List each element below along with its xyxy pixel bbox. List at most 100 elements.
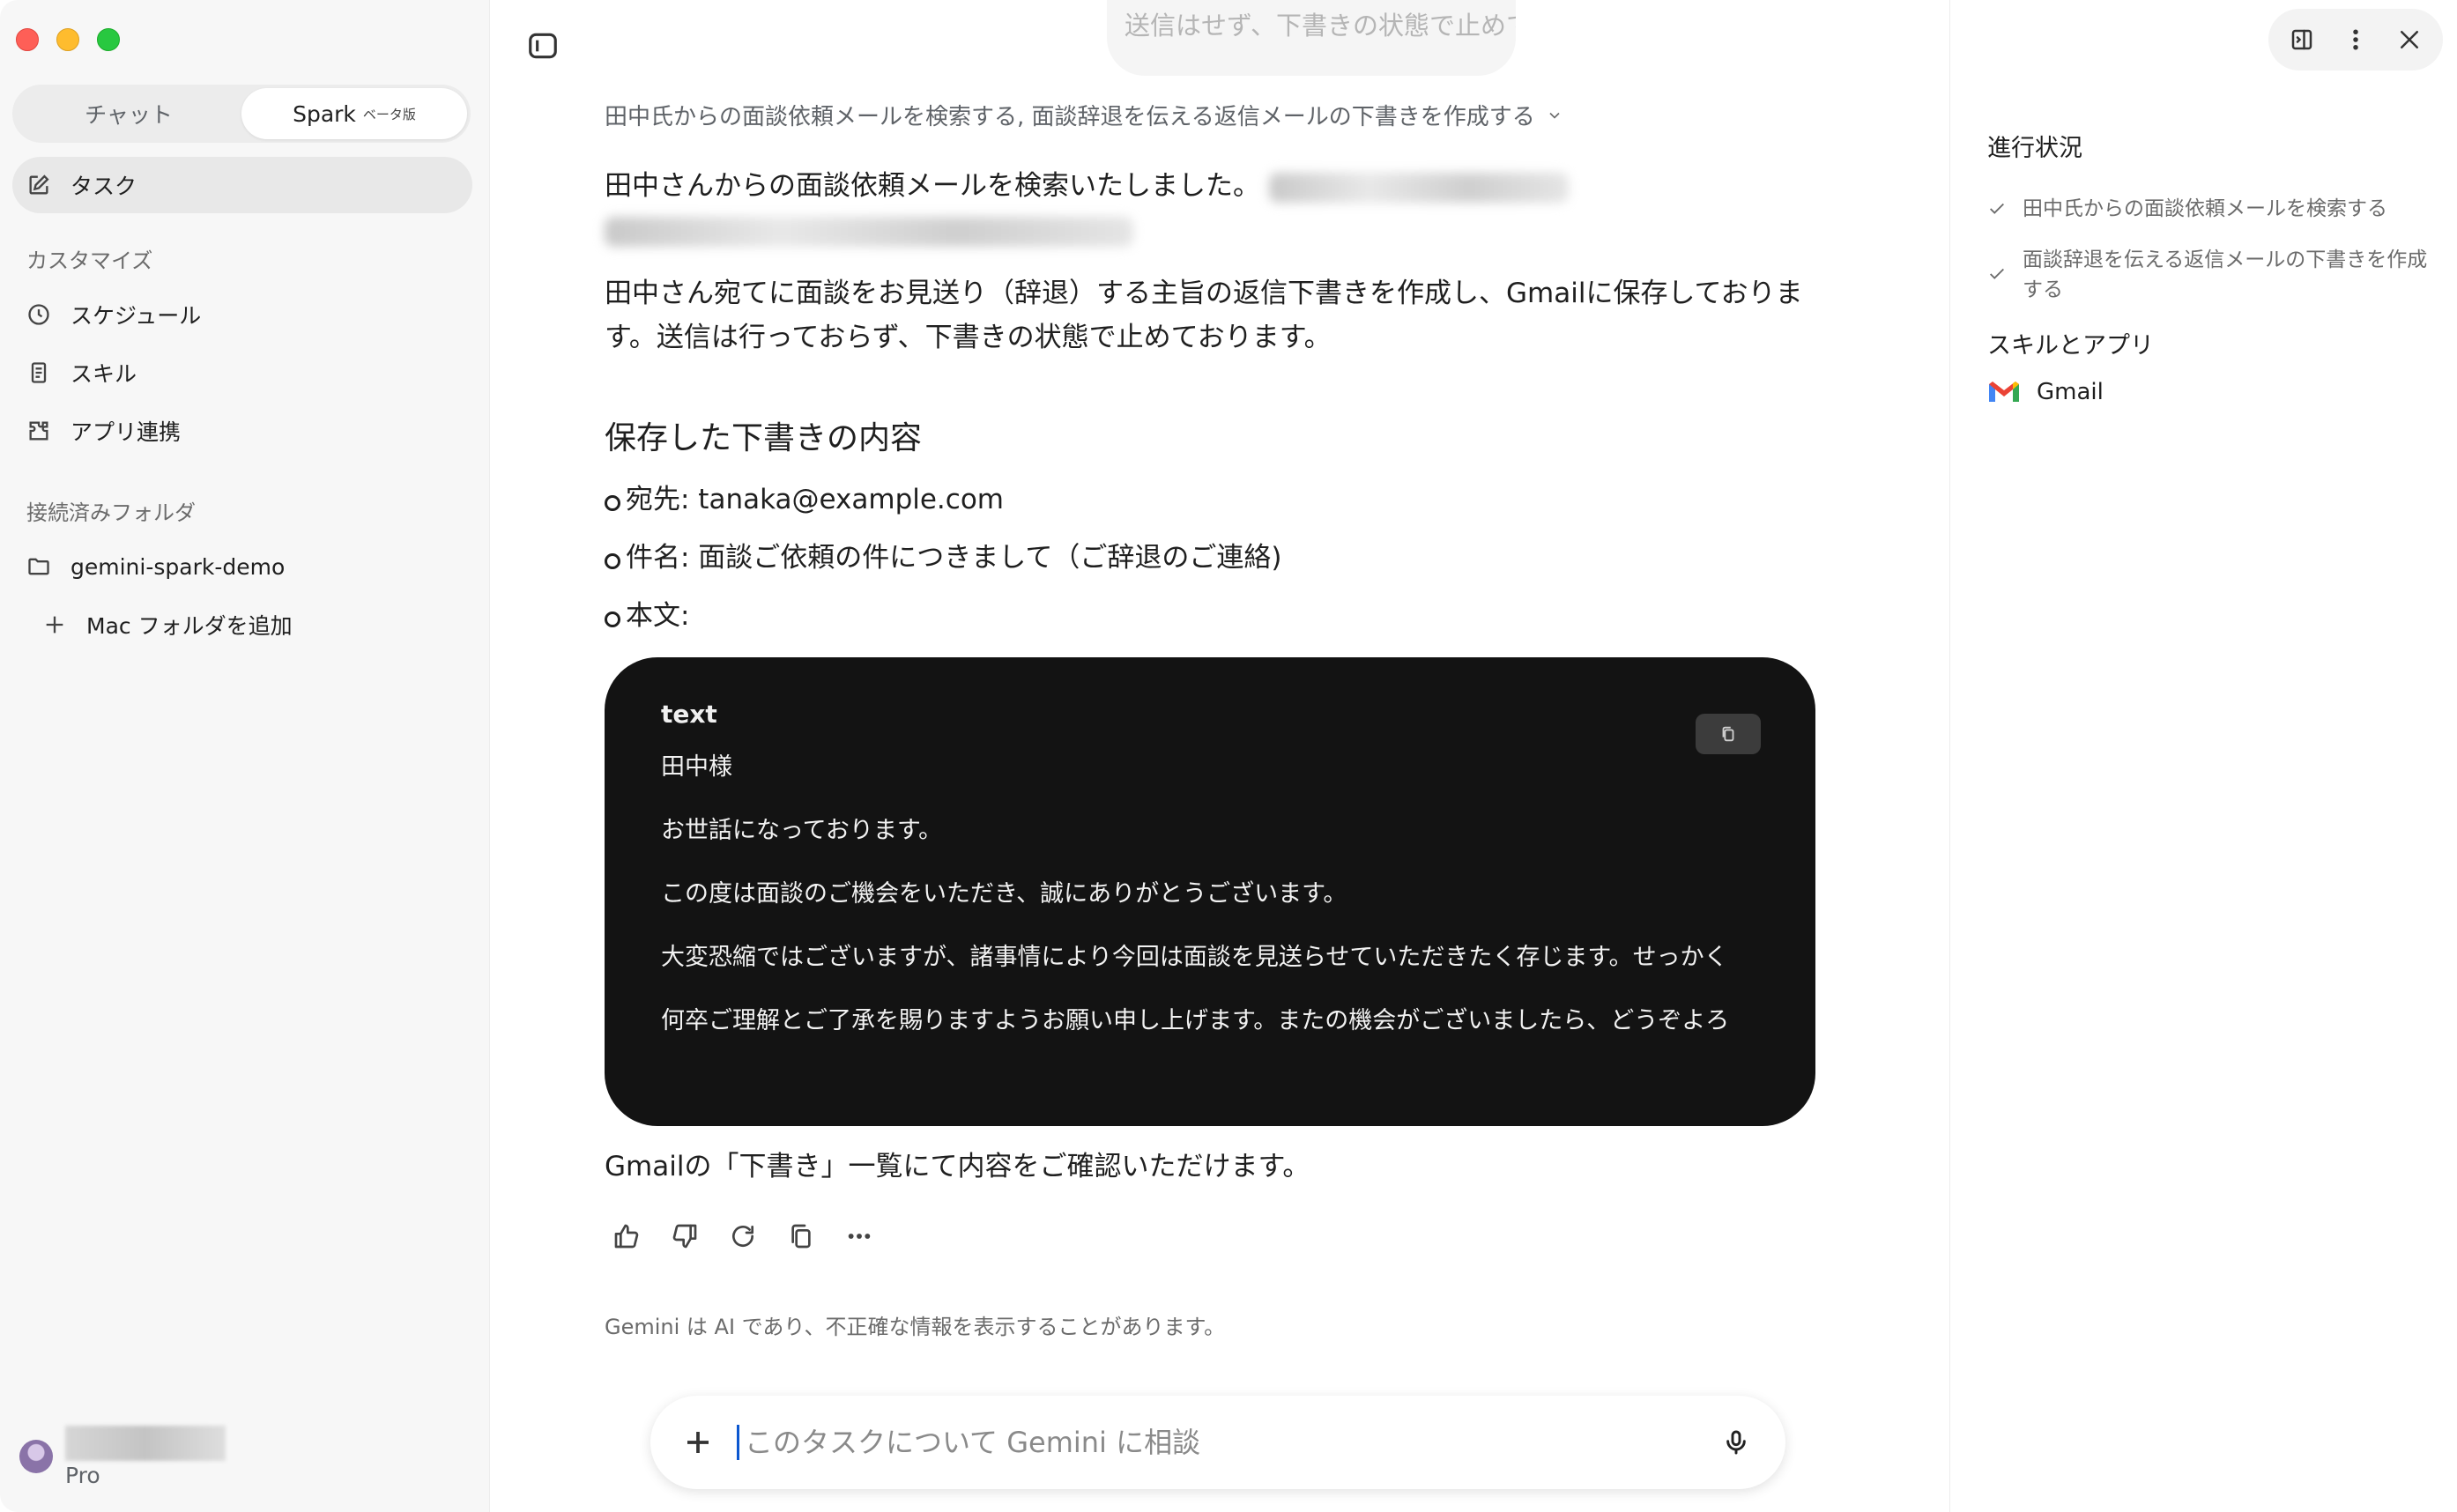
sidebar-item-label: スキル	[71, 361, 137, 387]
thumbs-up-button[interactable]	[610, 1218, 643, 1255]
window-controls	[16, 28, 120, 51]
progress-heading: 進行状況	[1987, 135, 2082, 162]
response-content: 田中さんからの面談依頼メールを検索いたしました。 田中さん宛てに面談をお見送り（…	[605, 164, 1821, 645]
plus-icon	[687, 1432, 709, 1453]
thumbs-down-icon	[672, 1224, 697, 1249]
regenerate-button[interactable]	[726, 1218, 760, 1255]
sidebar-item-app-integrations[interactable]: アプリ連携	[12, 403, 472, 459]
app-label: Gmail	[2037, 379, 2104, 405]
list-item: 宛先: tanaka@example.com	[605, 471, 1821, 529]
sidebar-item-skills[interactable]: スキル	[12, 345, 472, 401]
more-options-button[interactable]	[843, 1218, 876, 1255]
thumbs-up-icon	[614, 1224, 639, 1249]
code-line: お世話になっております。	[661, 817, 943, 844]
refresh-icon	[732, 1226, 753, 1247]
list-item: 本文:	[605, 587, 1821, 645]
close-icon	[2400, 31, 2418, 48]
microphone-button[interactable]	[1717, 1423, 1756, 1462]
paragraph-text: 田中さんからの面談依頼メールを検索いたしました。	[605, 170, 1260, 202]
document-icon	[31, 362, 47, 383]
draft-details-list: 宛先: tanaka@example.com 件名: 面談ご依頼の件につきまして…	[605, 471, 1821, 645]
code-block: text 田中様 お世話になっております。 この度は面談のご機会をいただき、誠に…	[605, 657, 1815, 1126]
avatar	[19, 1440, 53, 1473]
customize-section-label: カスタマイズ	[26, 248, 153, 273]
sidebar-item-schedule[interactable]: スケジュール	[12, 286, 472, 343]
check-icon	[1987, 264, 2007, 287]
prompt-input[interactable]	[737, 1425, 1717, 1460]
close-window-button[interactable]	[16, 28, 39, 51]
thought-header-text: 田中氏からの面談依頼メールを検索する, 面談辞退を伝える返信メールの下書きを作成…	[605, 104, 1535, 130]
copy-icon	[791, 1224, 811, 1249]
response-paragraph: 田中さん宛てに面談をお見送り（辞退）する主旨の返信下書きを作成し、Gmailに保…	[605, 271, 1821, 359]
code-line: 田中様	[661, 753, 732, 781]
user-name-redacted	[65, 1426, 226, 1461]
paragraph-text: 田中さん宛てに面談をお見送り（辞退）する主旨の返信下書きを作成し、Gmailに保…	[605, 278, 1803, 309]
skills-heading: スキルとアプリ	[1987, 332, 2154, 359]
disclaimer: Gemini は AI であり、不正確な情報を表示することがあります。	[605, 1315, 1226, 1339]
redacted-text	[605, 216, 1133, 247]
panel-right-icon	[2292, 29, 2312, 50]
tab-spark-label: Spark	[293, 100, 356, 127]
redacted-text	[1268, 172, 1569, 203]
main-panel: 送信はせず、下書きの状態で止めてください。 田中氏からの面談依頼メールを検索する…	[490, 0, 1949, 1512]
add-folder-label: Mac フォルダを追加	[86, 613, 293, 639]
code-line: 大変恐縮ではございますが、諸事情により今回は面談を見送らせていただきたく存じます…	[661, 944, 1728, 971]
check-icon	[1987, 199, 2007, 222]
mode-toggle: チャット Spark ベータ版	[12, 85, 471, 143]
close-panel-button[interactable]	[2390, 20, 2429, 59]
tab-chat[interactable]: チャット	[16, 88, 241, 139]
thumbs-down-button[interactable]	[668, 1218, 701, 1255]
more-vertical-icon	[2353, 29, 2358, 50]
user-plan: Pro	[65, 1463, 100, 1488]
code-body: 田中様 お世話になっております。 この度は面談のご機会をいただき、誠にありがとう…	[661, 736, 1759, 1053]
app-item-gmail[interactable]: Gmail	[1987, 379, 2104, 405]
paragraph-text: す。送信は行っておらず、下書きの状態で止めております。	[605, 322, 1332, 353]
response-footer-text: Gmailの「下書き」一覧にて内容をご確認いただけます。	[605, 1151, 1310, 1182]
progress-panel: 進行状況 田中氏からの面談依頼メールを検索する 面談辞退を伝える返信メールの下書…	[1949, 0, 2457, 1512]
sidebar: チャット Spark ベータ版 タスク カスタマイズ スケジュール スキル アプ…	[0, 0, 490, 1512]
beta-badge: ベータ版	[362, 106, 416, 122]
sidebar-item-folder[interactable]: gemini-spark-demo	[12, 538, 472, 595]
chevron-down-icon	[1549, 112, 1560, 119]
code-line: この度は面談のご機会をいただき、誠にありがとうございます。	[661, 880, 1347, 908]
toggle-panel-button[interactable]	[2283, 20, 2321, 59]
composer	[650, 1396, 1785, 1489]
sidebar-item-label: スケジュール	[71, 303, 202, 329]
copy-response-button[interactable]	[784, 1218, 818, 1255]
tab-spark[interactable]: Spark ベータ版	[241, 88, 467, 139]
sidebar-item-tasks[interactable]: タスク	[12, 157, 472, 213]
microphone-icon	[1726, 1430, 1746, 1455]
more-menu-button[interactable]	[2336, 20, 2375, 59]
plus-icon	[46, 616, 63, 634]
list-item: 件名: 面談ご依頼の件につきまして（ご辞退のご連絡)	[605, 529, 1821, 587]
zoom-window-button[interactable]	[97, 28, 120, 51]
progress-step: 面談辞退を伝える返信メールの下書きを作成する	[1987, 245, 2437, 305]
folder-icon	[28, 558, 49, 575]
puzzle-icon	[29, 421, 48, 441]
sidebar-toggle-icon	[529, 33, 557, 59]
previous-user-message: 送信はせず、下書きの状態で止めてください。	[1107, 0, 1516, 76]
gmail-icon	[1989, 382, 2019, 402]
copy-code-button[interactable]	[1696, 714, 1761, 754]
thought-header[interactable]: 田中氏からの面談依頼メールを検索する, 面談辞退を伝える返信メールの下書きを作成…	[605, 99, 1563, 131]
folders-section-label: 接続済みフォルダ	[26, 500, 196, 525]
code-line: 何卒ご理解とご了承を賜りますようお願い申し上げます。またの機会がございましたら、…	[661, 1007, 1730, 1034]
minimize-window-button[interactable]	[56, 28, 79, 51]
progress-step: 田中氏からの面談依頼メールを検索する	[1987, 194, 2437, 224]
clock-icon	[28, 304, 49, 325]
app-window: チャット Spark ベータ版 タスク カスタマイズ スケジュール スキル アプ…	[0, 0, 2457, 1512]
section-title: 保存した下書きの内容	[605, 420, 923, 456]
sidebar-item-label: gemini-spark-demo	[71, 553, 286, 580]
add-folder-button[interactable]: Mac フォルダを追加	[12, 597, 472, 653]
code-language-label: text	[661, 700, 717, 729]
user-account[interactable]: Pro	[19, 1426, 226, 1488]
window-actions	[2268, 9, 2443, 70]
response-actions	[610, 1218, 876, 1255]
tab-chat-label: チャット	[85, 102, 173, 128]
sidebar-toggle-button[interactable]	[515, 18, 571, 74]
add-attachment-button[interactable]	[680, 1425, 716, 1460]
redacted-line	[605, 208, 1821, 252]
response-paragraph: 田中さんからの面談依頼メールを検索いたしました。	[605, 164, 1821, 208]
edit-icon	[29, 174, 49, 195]
copy-icon	[1722, 726, 1734, 742]
